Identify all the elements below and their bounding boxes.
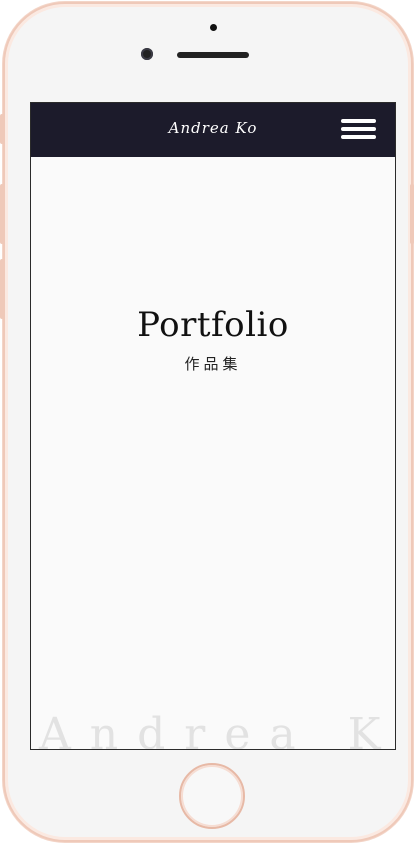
phone-frame: Andrea Ko Portfolio 作品集 Andrea Ko [0,2,414,842]
hamburger-menu-icon[interactable] [341,119,377,141]
side-button-power [410,184,414,244]
page-subtitle: 作品集 [184,355,242,373]
page-title: Portfolio [137,305,289,345]
phone-screen: Andrea Ko Portfolio 作品集 Andrea Ko [30,102,396,750]
side-button-switch [0,114,4,144]
earpiece-speaker [177,52,249,58]
side-button-volume-down [0,259,4,319]
front-camera-icon [141,48,153,60]
home-button[interactable] [179,763,245,829]
proximity-sensor [210,24,217,31]
side-button-volume-up [0,184,4,244]
background-watermark: Andrea Ko [39,709,396,750]
top-navbar: Andrea Ko [31,103,395,157]
